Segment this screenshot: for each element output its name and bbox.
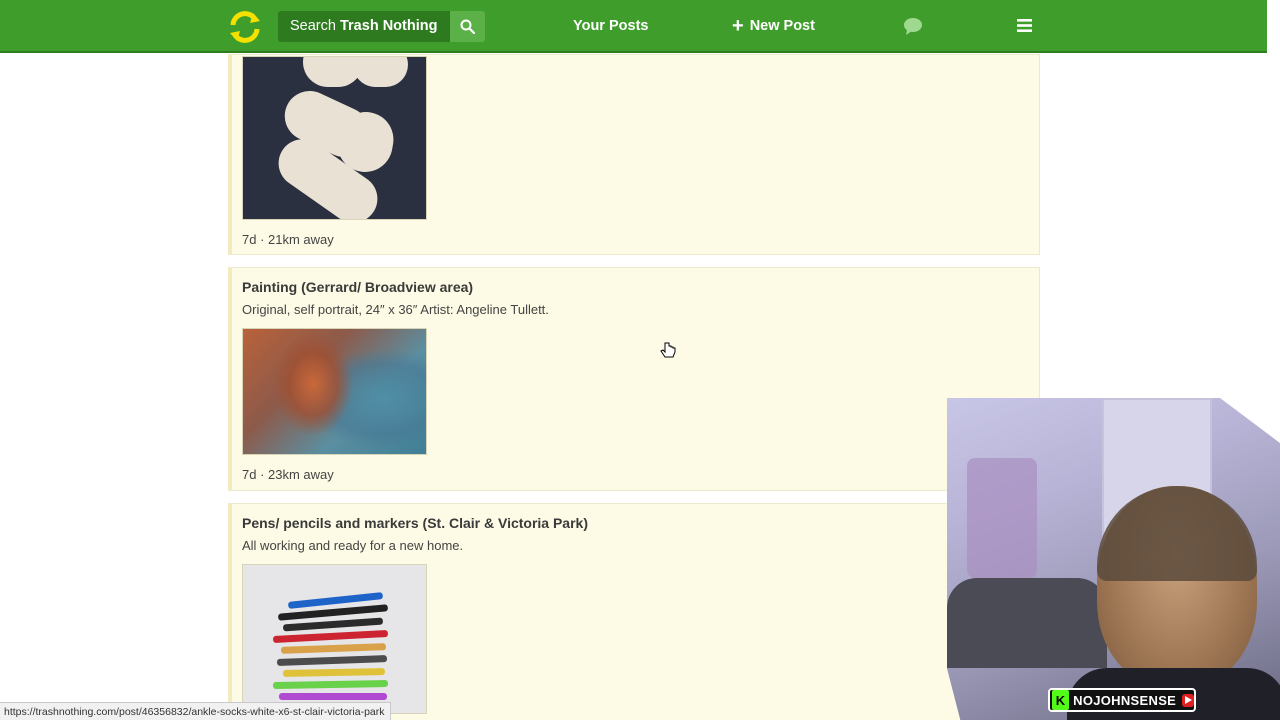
listing-card[interactable]: Pens/ pencils and markers (St. Clair & V… [228,503,1040,720]
pen-shape [272,629,389,644]
listing-photo[interactable] [242,56,427,220]
listing-meta: 7d · 21km away [242,232,334,247]
pen-shape [282,668,386,677]
youtube-play-icon [1182,693,1194,707]
channel-name: NOJOHNSENSE [1073,692,1177,708]
webcam-overlay [947,398,1280,720]
webcam-background-shelf [967,458,1037,578]
hamburger-menu-icon[interactable] [1017,18,1032,33]
listing-title[interactable]: Pens/ pencils and markers (St. Clair & V… [242,515,588,531]
pen-shape [280,643,387,654]
listing-photo[interactable] [242,564,427,714]
plus-icon: + [732,15,744,37]
listing-card[interactable]: Painting (Gerrard/ Broadview area) Origi… [228,267,1040,491]
browser-status-bar-url: https://trashnothing.com/post/46356832/a… [0,702,391,720]
pen-shape [276,655,388,666]
search-bar[interactable]: Search Trash Nothing [278,11,485,42]
trash-nothing-logo-icon[interactable] [227,10,263,44]
pen-shape [282,617,384,632]
listing-description: Original, self portrait, 24″ x 36″ Artis… [242,302,549,317]
search-prefix: Search [290,18,336,34]
listing-card[interactable]: 7d · 21km away [228,54,1040,255]
streamer-channel-badge: K NOJOHNSENSE [1048,688,1196,712]
search-input[interactable]: Search Trash Nothing [278,11,450,42]
search-button[interactable] [450,11,485,42]
chat-bubble-icon[interactable] [903,17,923,35]
your-posts-label: Your Posts [573,18,649,34]
search-brand: Trash Nothing [339,18,438,34]
search-icon [460,19,475,34]
listing-title[interactable]: Painting (Gerrard/ Broadview area) [242,279,473,295]
sock-shape [353,57,408,87]
top-navigation-bar: Search Trash Nothing Your Posts + New Po… [0,0,1267,53]
new-post-button[interactable]: + New Post [732,15,815,37]
hand-pointer-cursor-icon [660,342,676,358]
pen-shape [272,679,389,690]
webcam-chair [947,578,1107,668]
listing-photo[interactable] [242,328,427,455]
listing-meta: 7d · 23km away [242,467,334,482]
listing-description: All working and ready for a new home. [242,538,464,553]
your-posts-link[interactable]: Your Posts [573,18,648,34]
new-post-label: New Post [749,18,815,34]
kick-logo-icon: K [1052,690,1070,710]
pen-shape [279,693,387,700]
